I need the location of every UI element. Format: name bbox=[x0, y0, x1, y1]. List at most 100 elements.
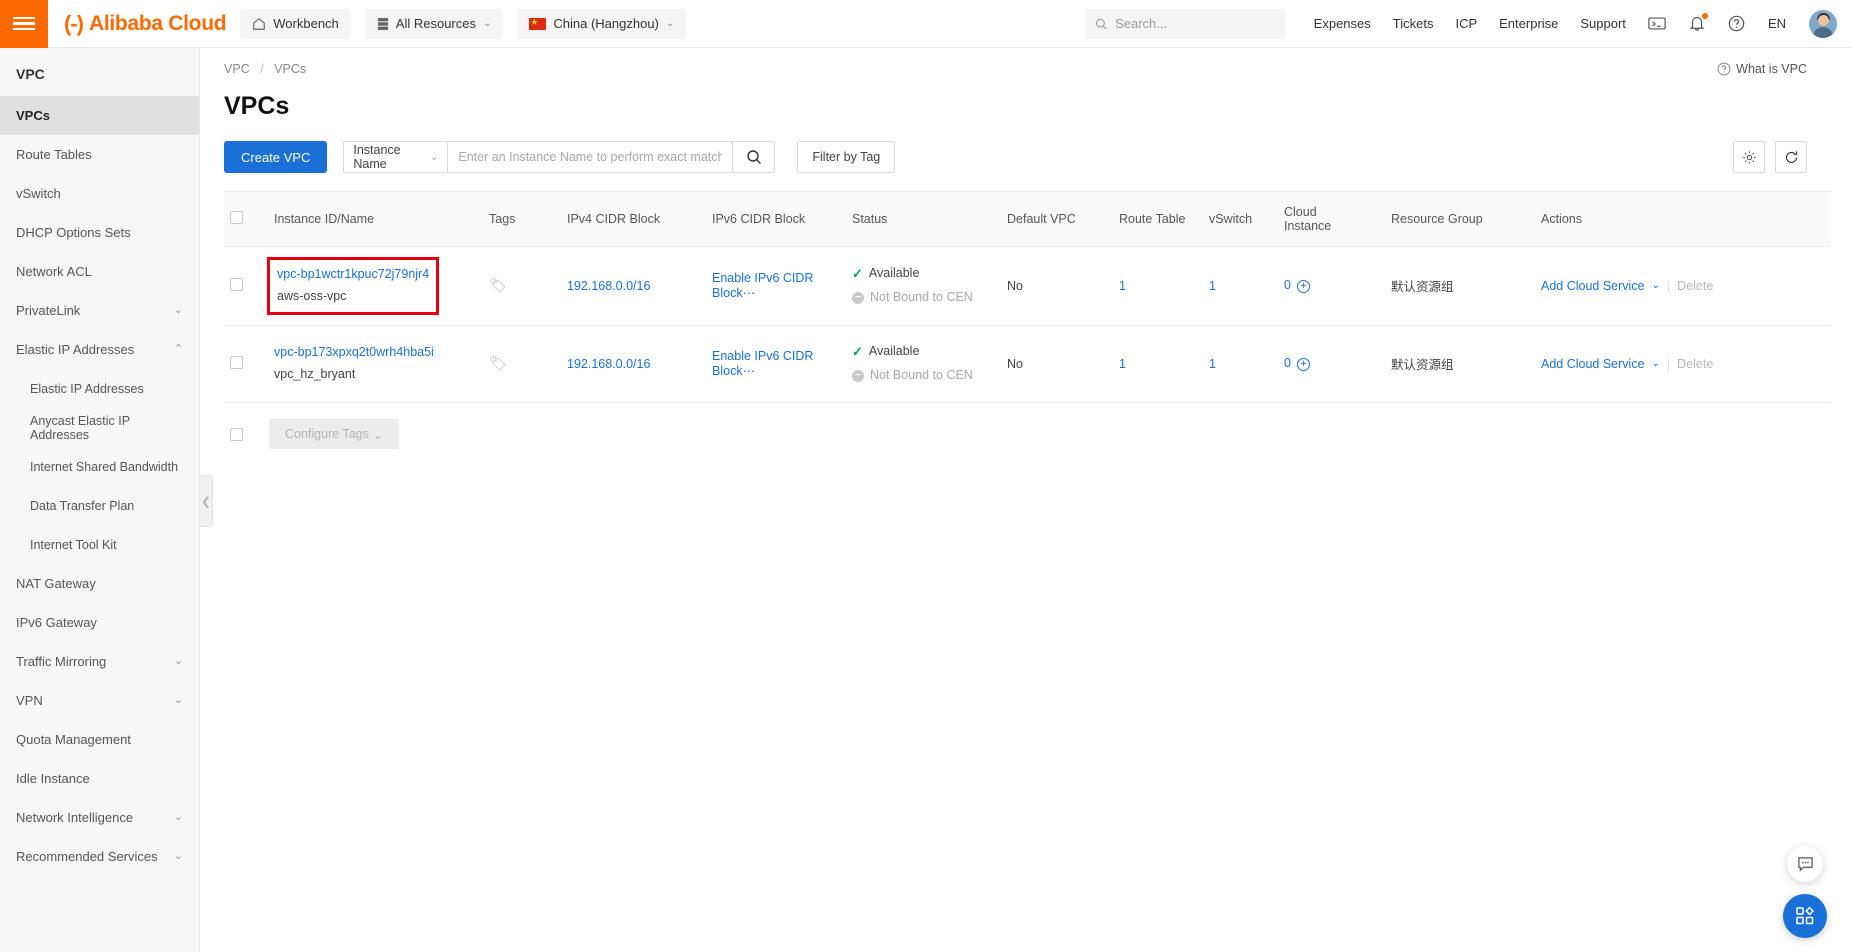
chevron-down-icon[interactable]: ⌄ bbox=[174, 812, 183, 823]
tag-icon[interactable]: 🏷 bbox=[489, 277, 507, 293]
apps-launcher-button[interactable] bbox=[1783, 894, 1827, 938]
plus-circle-icon[interactable]: + bbox=[1296, 358, 1310, 372]
sidebar-item-quota-management[interactable]: Quota Management bbox=[0, 720, 199, 759]
vpc-table-container: Instance ID/Name Tags IPv4 CIDR Block IP… bbox=[200, 173, 1851, 404]
chat-support-button[interactable] bbox=[1787, 846, 1823, 882]
ipv4-cidr-link[interactable]: 192.168.0.0/16 bbox=[567, 357, 650, 371]
column-settings-button[interactable] bbox=[1733, 141, 1765, 173]
plus-circle-icon[interactable]: + bbox=[1296, 280, 1310, 294]
sidebar-item-network-acl[interactable]: Network ACL bbox=[0, 252, 199, 291]
top-link-enterprise[interactable]: Enterprise bbox=[1499, 16, 1558, 31]
row-checkbox[interactable] bbox=[230, 355, 243, 369]
chevron-down-icon[interactable]: ⌄ bbox=[174, 695, 183, 706]
sidebar-item-anycast-elastic-ip-addresses[interactable]: Anycast Elastic IP Addresses bbox=[0, 408, 199, 447]
route-table-link[interactable]: 1 bbox=[1119, 279, 1126, 293]
enable-ipv6-link[interactable]: Enable IPv6 CIDR Block⋯ bbox=[712, 271, 813, 300]
sidebar-item-elastic-ip-addresses[interactable]: Elastic IP Addresses ⌃ bbox=[0, 330, 199, 369]
instance-search-input[interactable] bbox=[448, 141, 734, 173]
cell-ipv4-cidr: 192.168.0.0/16 bbox=[561, 246, 706, 326]
breadcrumb: VPC / VPCs bbox=[224, 62, 306, 76]
all-resources-label: All Resources bbox=[395, 16, 476, 31]
avatar[interactable] bbox=[1809, 9, 1837, 38]
notifications-bell-icon[interactable] bbox=[1687, 12, 1708, 34]
server-icon bbox=[377, 17, 388, 30]
sidebar-item-internet-tool-kit[interactable]: Internet Tool Kit bbox=[0, 525, 199, 564]
sidebar-item-vpcs[interactable]: VPCs bbox=[0, 96, 199, 135]
route-table-link[interactable]: 1 bbox=[1119, 357, 1126, 371]
terminal-icon[interactable] bbox=[1647, 14, 1667, 34]
enable-ipv6-link[interactable]: Enable IPv6 CIDR Block⋯ bbox=[712, 349, 813, 378]
sidebar-item-network-intelligence[interactable]: Network Intelligence ⌄ bbox=[0, 798, 199, 837]
add-cloud-service-link[interactable]: Add Cloud Service bbox=[1541, 357, 1645, 371]
delete-link[interactable]: Delete bbox=[1677, 357, 1713, 371]
sidebar-item-vswitch[interactable]: vSwitch bbox=[0, 174, 199, 213]
cell-instance-id-name: vpc-bp1wctr1kpuc72j79njr4 aws-oss-vpc bbox=[267, 246, 483, 326]
sidebar-item-privatelink[interactable]: PrivateLink ⌄ bbox=[0, 291, 199, 330]
bulk-select-checkbox[interactable] bbox=[230, 427, 243, 441]
search-submit-button[interactable] bbox=[733, 141, 776, 173]
col-actions: Actions bbox=[1535, 191, 1831, 247]
help-icon[interactable] bbox=[1727, 14, 1747, 34]
instance-id-link[interactable]: vpc-bp173xpxq2t0wrh4hba5i bbox=[274, 345, 434, 359]
chevron-down-icon[interactable]: ⌄ bbox=[174, 305, 183, 316]
cloud-instance-count[interactable]: 0 bbox=[1284, 356, 1291, 370]
top-link-tickets[interactable]: Tickets bbox=[1393, 16, 1434, 31]
tag-icon[interactable]: 🏷 bbox=[489, 355, 507, 371]
sidebar-item-dhcp-options-sets[interactable]: DHCP Options Sets bbox=[0, 213, 199, 252]
sidebar-item-elastic-ip-addresses[interactable]: Elastic IP Addresses bbox=[0, 369, 199, 408]
breadcrumb-root[interactable]: VPC bbox=[224, 62, 250, 76]
status-text: Available bbox=[868, 344, 920, 359]
configure-tags-button[interactable]: Configure Tags ⌄ bbox=[269, 419, 400, 450]
chevron-down-icon[interactable]: ⌄ bbox=[1652, 358, 1660, 369]
sidebar-item-internet-shared-bandwidth[interactable]: Internet Shared Bandwidth bbox=[0, 447, 199, 486]
instance-id-link[interactable]: vpc-bp1wctr1kpuc72j79njr4 bbox=[277, 267, 429, 281]
filter-by-tag-button[interactable]: Filter by Tag bbox=[797, 141, 896, 173]
region-selector[interactable]: China (Hangzhou) ⌄ bbox=[517, 8, 687, 39]
chevron-down-icon[interactable]: ⌄ bbox=[174, 656, 183, 667]
sidebar-collapse-handle[interactable]: ❮ bbox=[200, 475, 213, 527]
language-selector[interactable]: EN bbox=[1768, 16, 1786, 31]
global-search-input[interactable] bbox=[1115, 16, 1275, 31]
refresh-button[interactable] bbox=[1775, 141, 1807, 173]
chevron-down-icon[interactable]: ⌄ bbox=[1652, 280, 1660, 291]
sidebar-item-nat-gateway[interactable]: NAT Gateway bbox=[0, 564, 199, 603]
sidebar-item-data-transfer-plan[interactable]: Data Transfer Plan bbox=[0, 486, 199, 525]
sidebar-item-recommended-services[interactable]: Recommended Services ⌄ bbox=[0, 837, 199, 876]
breadcrumb-current[interactable]: VPCs bbox=[274, 62, 306, 76]
add-cloud-service-link[interactable]: Add Cloud Service bbox=[1541, 279, 1645, 293]
vswitch-link[interactable]: 1 bbox=[1209, 357, 1216, 371]
select-all-checkbox[interactable] bbox=[230, 211, 243, 224]
cell-route-table: 1 bbox=[1113, 325, 1203, 404]
sidebar-item-route-tables[interactable]: Route Tables bbox=[0, 135, 199, 174]
col-cloud-instance-line1: Cloud bbox=[1284, 205, 1317, 219]
chevron-up-icon[interactable]: ⌃ bbox=[174, 344, 183, 355]
create-vpc-button[interactable]: Create VPC bbox=[224, 141, 328, 173]
chevron-down-icon[interactable]: ⌄ bbox=[174, 851, 183, 862]
top-link-icp[interactable]: ICP bbox=[1455, 16, 1477, 31]
status-cen: − Not Bound to CEN bbox=[852, 364, 995, 388]
sidebar-item-label: Elastic IP Addresses bbox=[16, 342, 135, 357]
sidebar-item-ipv6-gateway[interactable]: IPv6 Gateway bbox=[0, 603, 199, 642]
row-checkbox[interactable] bbox=[230, 277, 243, 291]
hamburger-menu-button[interactable] bbox=[0, 0, 48, 48]
what-is-vpc-link[interactable]: What is VPC bbox=[1717, 62, 1827, 76]
status-text: Available bbox=[868, 266, 920, 281]
sidebar-item-idle-instance[interactable]: Idle Instance bbox=[0, 759, 199, 798]
delete-link[interactable]: Delete bbox=[1677, 279, 1713, 293]
sidebar-item-traffic-mirroring[interactable]: Traffic Mirroring ⌄ bbox=[0, 642, 199, 681]
cell-tags: 🏷 bbox=[483, 325, 561, 404]
global-search-box[interactable] bbox=[1084, 8, 1285, 39]
top-link-expenses[interactable]: Expenses bbox=[1314, 16, 1371, 31]
vswitch-link[interactable]: 1 bbox=[1209, 279, 1216, 293]
sidebar-item-vpn[interactable]: VPN ⌄ bbox=[0, 681, 199, 720]
workbench-button[interactable]: Workbench bbox=[240, 8, 351, 39]
instance-name-text: aws-oss-vpc bbox=[277, 288, 347, 303]
alibaba-cloud-logo[interactable]: (-) Alibaba Cloud bbox=[64, 11, 227, 37]
all-resources-button[interactable]: All Resources ⌄ bbox=[364, 8, 504, 39]
top-link-support[interactable]: Support bbox=[1580, 16, 1626, 31]
sidebar-item-label: Internet Tool Kit bbox=[30, 537, 117, 552]
cloud-instance-count[interactable]: 0 bbox=[1284, 278, 1291, 292]
ipv4-cidr-link[interactable]: 192.168.0.0/16 bbox=[567, 279, 650, 293]
col-route-table: Route Table bbox=[1113, 191, 1203, 247]
filter-field-select[interactable]: Instance Name ⌄ bbox=[343, 141, 449, 173]
